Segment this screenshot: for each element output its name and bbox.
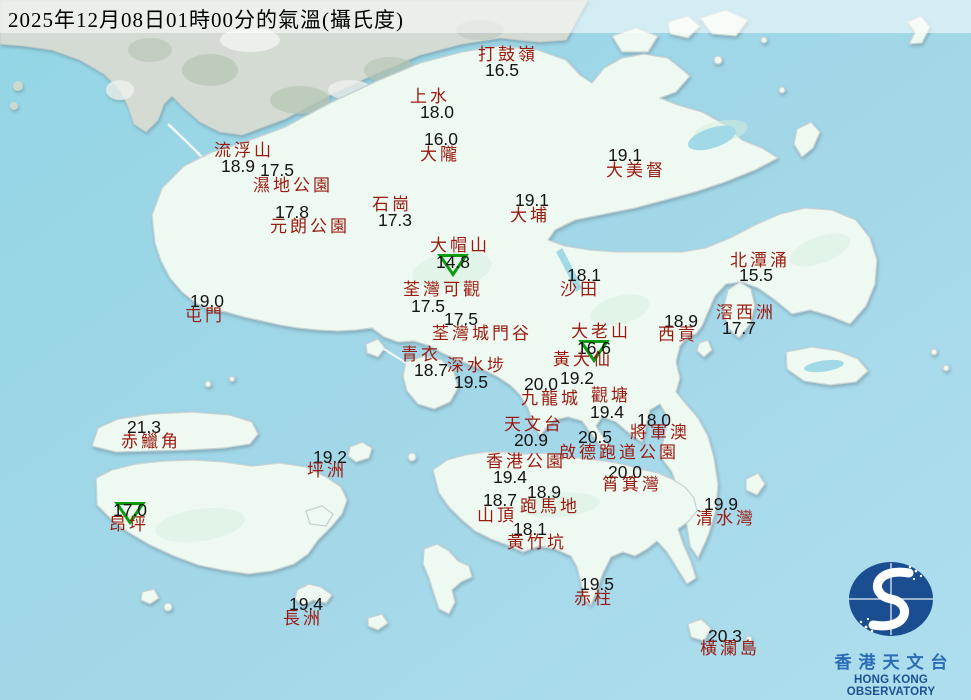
station-name-label: 觀塘 xyxy=(591,387,631,404)
hko-logo-english: HONG KONG OBSERVATORY xyxy=(811,674,971,698)
station-name-label: 沙田 xyxy=(560,281,600,298)
station-name-label: 青衣 xyxy=(401,346,441,363)
station-name-label: 筲箕灣 xyxy=(602,476,662,493)
station-temperature: 17.5 xyxy=(411,298,445,316)
station-name-label: 啟德跑道公園 xyxy=(559,444,679,461)
temperature-map-screen: 2025年12月08日01時00分的氣溫(攝氏度) 16.5 打鼓嶺18.0 上… xyxy=(0,0,971,700)
station-name-label: 石崗 xyxy=(372,196,412,213)
station-name-label: 大隴 xyxy=(420,146,460,163)
station-name-label: 黃大仙 xyxy=(553,351,613,368)
station-name-label: 九龍城 xyxy=(521,390,581,407)
station-name-label: 濕地公園 xyxy=(253,177,333,194)
station-temperature: 14.8 xyxy=(436,254,470,272)
station-name-label: 大老山 xyxy=(571,323,631,340)
station-name-label: 流浮山 xyxy=(214,142,274,159)
station-name-label: 大帽山 xyxy=(430,237,490,254)
station-name-label: 大埔 xyxy=(510,207,550,224)
station-temperature: 18.9 xyxy=(221,158,255,176)
station-temperature: 18.0 xyxy=(420,104,454,122)
station-temperature: 17.7 xyxy=(722,320,756,338)
station-temperature: 18.7 xyxy=(414,362,448,380)
hko-logo-icon xyxy=(836,557,946,641)
station-name-label: 深水埗 xyxy=(447,357,507,374)
station-name-label: 大美督 xyxy=(606,162,666,179)
station-name-label: 跑馬地 xyxy=(520,498,580,515)
station-temperature: 17.3 xyxy=(378,212,412,230)
station-name-label: 天文台 xyxy=(504,416,564,433)
station-name-label: 滘西洲 xyxy=(716,304,776,321)
station-name-label: 西貢 xyxy=(658,326,698,343)
station-temperature: 19.4 xyxy=(493,469,527,487)
station-name-label: 打鼓嶺 xyxy=(478,46,538,63)
station-name-label: 屯門 xyxy=(185,307,225,324)
station-name-label: 赤鱲角 xyxy=(121,433,181,450)
station-name-label: 荃灣城門谷 xyxy=(432,325,532,342)
hko-logo: 香港天文台 HONG KONG OBSERVATORY xyxy=(811,557,971,698)
station-name-label: 上水 xyxy=(410,88,450,105)
station-temperature: 16.5 xyxy=(485,62,519,80)
station-name-label: 荃灣可觀 xyxy=(403,281,483,298)
station-name-label: 赤柱 xyxy=(574,590,614,607)
station-name-label: 黃竹坑 xyxy=(507,534,567,551)
station-name-label: 坪洲 xyxy=(307,462,347,479)
station-name-label: 橫瀾島 xyxy=(700,640,760,657)
station-name-label: 北潭涌 xyxy=(730,252,790,269)
station-name-label: 長洲 xyxy=(283,610,323,627)
station-name-label: 將軍澳 xyxy=(630,424,690,441)
hko-logo-chinese: 香港天文台 xyxy=(811,648,971,673)
station-temperature: 19.4 xyxy=(590,404,624,422)
station-name-label: 香港公園 xyxy=(486,453,566,470)
station-name-label: 山頂 xyxy=(477,507,517,524)
station-temperature: 19.5 xyxy=(454,374,488,392)
station-name-label: 昂坪 xyxy=(109,516,149,533)
station-temperature: 19.2 xyxy=(560,370,594,388)
station-name-label: 元朗公園 xyxy=(270,218,350,235)
station-name-label: 清水灣 xyxy=(696,510,756,527)
station-temperature: 20.9 xyxy=(514,432,548,450)
